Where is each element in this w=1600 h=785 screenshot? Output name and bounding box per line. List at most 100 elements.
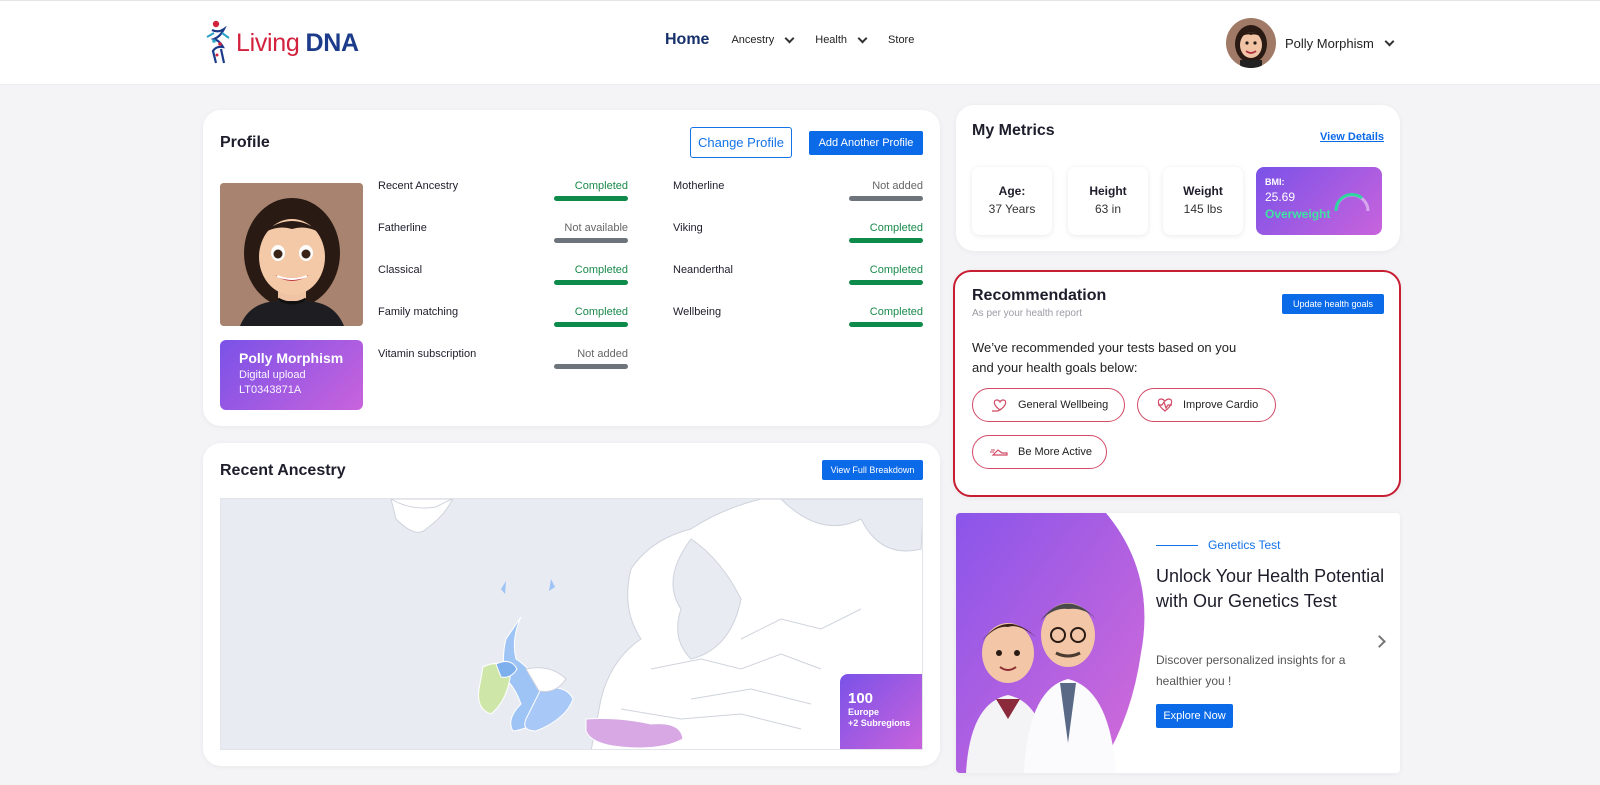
- status-item: Classical Completed: [378, 264, 628, 298]
- status-item-label: Vitamin subscription: [378, 348, 477, 360]
- status-item-value: Completed: [869, 222, 923, 234]
- chevron-down-icon: [1384, 36, 1395, 46]
- weight-value: 145 lbs: [1183, 202, 1223, 216]
- weight-metric: Weight 145 lbs: [1163, 167, 1243, 235]
- status-progress-bar: [554, 364, 628, 369]
- status-item: Motherline Not added: [673, 180, 923, 214]
- status-item: Neanderthal Completed: [673, 264, 923, 298]
- my-metrics-title: My Metrics: [972, 122, 1055, 139]
- change-profile-button[interactable]: Change Profile: [690, 127, 792, 158]
- status-progress-bar: [554, 322, 628, 327]
- status-item-value: Completed: [574, 264, 628, 276]
- genetics-test-banner: Genetics Test Unlock Your Health Potenti…: [956, 513, 1400, 773]
- age-metric: Age: 37 Years: [972, 167, 1052, 235]
- status-item: Family matching Completed: [378, 306, 628, 340]
- status-progress-bar: [849, 280, 923, 285]
- recent-ancestry-card: Recent Ancestry View Full Breakdown 100 …: [203, 443, 940, 766]
- update-health-goals-button[interactable]: Update health goals: [1282, 294, 1384, 314]
- status-item-value: Not added: [872, 180, 923, 192]
- bmi-label: BMI:: [1265, 177, 1285, 187]
- explore-now-button[interactable]: Explore Now: [1156, 704, 1233, 728]
- ancestry-percentage: 100: [848, 690, 874, 707]
- status-item-label: Motherline: [673, 180, 725, 192]
- ancestry-region: Europe: [848, 707, 880, 717]
- status-item: Recent Ancestry Completed: [378, 180, 628, 214]
- goal-improve-cardio[interactable]: Improve Cardio: [1137, 388, 1276, 422]
- recommendation-card: Recommendation As per your health report…: [953, 270, 1401, 497]
- view-details-link[interactable]: View Details: [1320, 131, 1384, 143]
- status-item: Viking Completed: [673, 222, 923, 256]
- status-progress-bar: [849, 322, 923, 327]
- my-metrics-card: My Metrics View Details Age: 37 Years He…: [956, 105, 1400, 251]
- chevron-down-icon: [784, 33, 795, 43]
- nav-home[interactable]: Home: [665, 31, 709, 49]
- status-progress-bar: [554, 196, 628, 201]
- profile-kit-id: LT0343871A: [239, 384, 302, 396]
- nav-store[interactable]: Store: [888, 34, 914, 46]
- profile-photo-image: [220, 183, 363, 326]
- weight-label: Weight: [1183, 184, 1223, 198]
- goal-be-more-active[interactable]: Be More Active: [972, 435, 1107, 469]
- top-navigation-bar: Living DNA Home Ancestry Health Store Pol…: [0, 0, 1600, 85]
- main-nav: Home Ancestry Health Store: [665, 31, 936, 49]
- recommendation-subtitle: As per your health report: [972, 308, 1083, 319]
- chevron-right-icon[interactable]: [1373, 635, 1386, 648]
- status-item-label: Recent Ancestry: [378, 180, 459, 192]
- status-item: Vitamin subscription Not added: [378, 348, 628, 382]
- status-progress-bar: [849, 196, 923, 201]
- goal-label: Improve Cardio: [1183, 399, 1259, 411]
- wellbeing-icon: [992, 399, 1007, 412]
- goal-general-wellbeing[interactable]: General Wellbeing: [972, 388, 1125, 422]
- running-shoe-icon: [990, 449, 1008, 456]
- status-item: Fatherline Not available: [378, 222, 628, 256]
- status-item-label: Classical: [378, 264, 423, 276]
- dna-figure-logo-icon: [206, 20, 230, 64]
- user-avatar-image: [1226, 18, 1276, 68]
- profile-source: Digital upload: [239, 369, 306, 381]
- age-label: Age:: [998, 184, 1026, 198]
- tag-divider: [1156, 544, 1198, 546]
- logo-word-living: Living: [236, 28, 300, 57]
- add-another-profile-button[interactable]: Add Another Profile: [809, 131, 923, 155]
- height-value: 63 in: [1094, 202, 1122, 216]
- age-value: 37 Years: [988, 202, 1036, 216]
- status-item-value: Not available: [564, 222, 628, 234]
- profile-name-badge: Polly Morphism Digital upload LT0343871A: [220, 340, 363, 410]
- status-item-label: Neanderthal: [673, 264, 733, 276]
- ancestry-map[interactable]: 100 Europe +2 Subregions: [220, 498, 923, 750]
- status-item-value: Completed: [574, 180, 628, 192]
- ancestry-summary-badge: 100 Europe +2 Subregions: [840, 674, 922, 749]
- profile-card: Profile Change Profile Add Another Profi…: [203, 110, 940, 426]
- view-full-breakdown-button[interactable]: View Full Breakdown: [822, 460, 923, 480]
- doctors-illustration: [956, 513, 1145, 773]
- goal-label: General Wellbeing: [1018, 399, 1109, 411]
- user-menu[interactable]: Polly Morphism: [1226, 18, 1395, 68]
- europe-map-image: [221, 499, 922, 749]
- genetics-test-tag-label: Genetics Test: [1208, 538, 1281, 552]
- status-item-label: Family matching: [378, 306, 459, 318]
- recommendation-title: Recommendation: [972, 287, 1107, 304]
- ancestry-subregions: +2 Subregions: [848, 718, 911, 728]
- status-progress-bar: [849, 238, 923, 243]
- status-item: Wellbeing Completed: [673, 306, 923, 340]
- status-item-value: Completed: [574, 306, 628, 318]
- status-item-value: Completed: [869, 306, 923, 318]
- living-dna-logo[interactable]: Living DNA: [204, 19, 359, 67]
- profile-name: Polly Morphism: [239, 350, 344, 366]
- recommendation-text: We’ve recommended your tests based on yo…: [972, 340, 1237, 375]
- height-metric: Height 63 in: [1068, 167, 1148, 235]
- nav-ancestry-label: Ancestry: [731, 34, 775, 46]
- nav-ancestry[interactable]: Ancestry: [731, 33, 795, 46]
- genetics-banner-description: Discover personalized insights for a hea…: [1156, 653, 1346, 688]
- status-progress-bar: [554, 238, 628, 243]
- status-item-value: Not added: [577, 348, 628, 360]
- chevron-down-icon: [857, 33, 868, 43]
- nav-health-label: Health: [815, 34, 848, 46]
- status-item-label: Viking: [673, 222, 703, 234]
- bmi-metric: BMI: 25.69 Overweight: [1256, 167, 1382, 235]
- height-label: Height: [1089, 184, 1127, 198]
- logo-word-dna: DNA: [305, 28, 360, 57]
- nav-health[interactable]: Health: [815, 33, 868, 46]
- user-name: Polly Morphism: [1285, 35, 1374, 51]
- recent-ancestry-title: Recent Ancestry: [220, 462, 346, 479]
